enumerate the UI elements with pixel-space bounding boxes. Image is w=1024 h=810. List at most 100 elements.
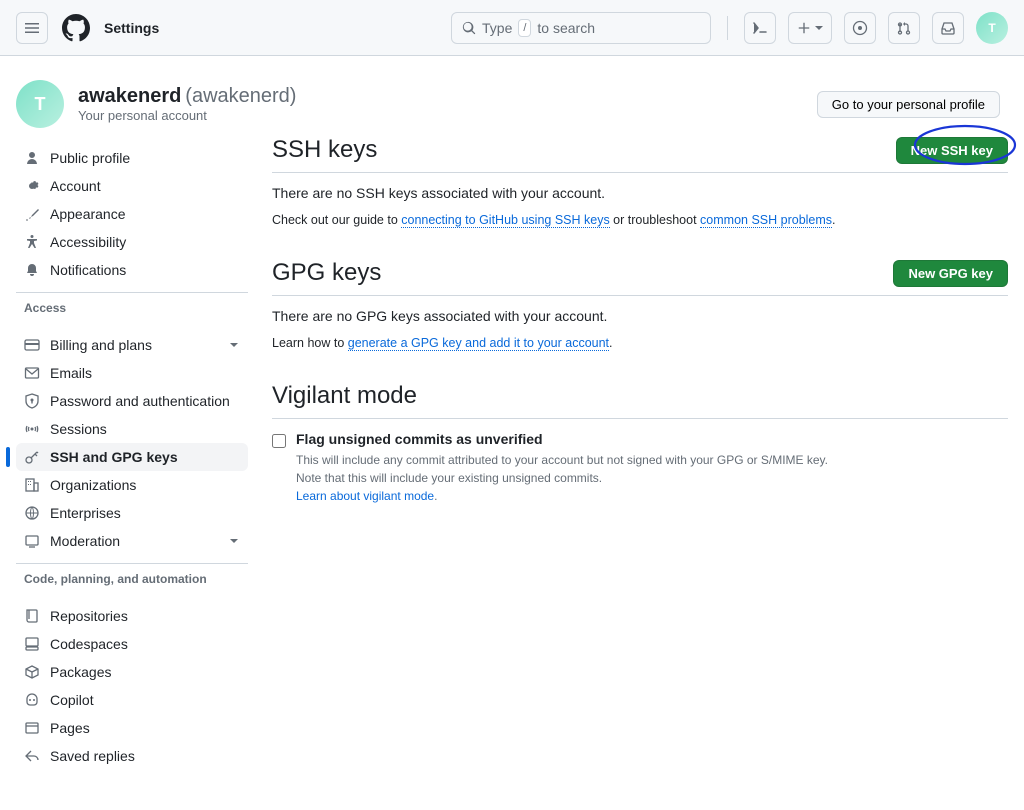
pull-requests-button[interactable] (888, 12, 920, 44)
chevron-down-icon (228, 339, 240, 351)
sidebar-item-notifications[interactable]: Notifications (16, 256, 248, 284)
ssh-guide-link[interactable]: connecting to GitHub using SSH keys (401, 213, 609, 228)
sidebar-item-copilot[interactable]: Copilot (16, 686, 248, 714)
page-title: Settings (104, 20, 159, 36)
github-logo-icon[interactable] (60, 12, 92, 44)
new-gpg-key-button[interactable]: New GPG key (893, 260, 1008, 287)
sidebar-label: Enterprises (50, 505, 121, 521)
sidebar-item-sessions[interactable]: Sessions (16, 415, 248, 443)
user-display-name: awakenerd (78, 85, 181, 107)
search-kbd-icon: / (518, 19, 531, 37)
text: . (609, 336, 612, 350)
ssh-section: SSH keys New SSH key There are no SSH ke… (272, 136, 1008, 227)
topbar: Settings Type / to search T (0, 0, 1024, 56)
sidebar-item-saved-replies[interactable]: Saved replies (16, 742, 248, 770)
search-placeholder-prefix: Type (482, 20, 512, 36)
sidebar-item-pages[interactable]: Pages (16, 714, 248, 742)
sidebar-label: Billing and plans (50, 337, 152, 353)
broadcast-icon (24, 421, 40, 437)
sidebar-item-password[interactable]: Password and authentication (16, 387, 248, 415)
inbox-icon (940, 20, 956, 36)
issue-icon (852, 20, 868, 36)
sidebar-item-codespaces[interactable]: Codespaces (16, 630, 248, 658)
user-subtitle: Your personal account (78, 108, 296, 123)
key-icon (24, 449, 40, 465)
notifications-button[interactable] (932, 12, 964, 44)
sidebar-item-moderation[interactable]: Moderation (16, 527, 248, 555)
sidebar-item-emails[interactable]: Emails (16, 359, 248, 387)
globe-icon (24, 505, 40, 521)
credit-card-icon (24, 337, 40, 353)
sidebar-label: Emails (50, 365, 92, 381)
copilot-icon (24, 692, 40, 708)
gpg-section: GPG keys New GPG key There are no GPG ke… (272, 259, 1008, 350)
sidebar-item-packages[interactable]: Packages (16, 658, 248, 686)
sidebar-item-enterprises[interactable]: Enterprises (16, 499, 248, 527)
sidebar-item-account[interactable]: Account (16, 172, 248, 200)
text: . (832, 213, 835, 227)
ssh-title: SSH keys (272, 136, 377, 164)
browser-icon (24, 720, 40, 736)
person-icon (24, 150, 40, 166)
go-to-profile-button[interactable]: Go to your personal profile (817, 91, 1000, 118)
user-login: (awakenerd) (185, 85, 296, 107)
repo-icon (24, 608, 40, 624)
sidebar-label: Copilot (50, 692, 94, 708)
sidebar-item-public-profile[interactable]: Public profile (16, 144, 248, 172)
report-icon (24, 533, 40, 549)
avatar-initials: T (988, 21, 995, 35)
search-placeholder-suffix: to search (537, 20, 595, 36)
command-palette-button[interactable] (744, 12, 776, 44)
divider (727, 16, 728, 40)
reply-icon (24, 748, 40, 764)
terminal-icon (752, 20, 768, 36)
sidebar-item-ssh-gpg-keys[interactable]: SSH and GPG keys (16, 443, 248, 471)
sidebar-label: Notifications (50, 262, 126, 278)
sidebar-label: Public profile (50, 150, 130, 166)
issues-button[interactable] (844, 12, 876, 44)
gpg-hint: Learn how to generate a GPG key and add … (272, 336, 1008, 350)
text: Check out our guide to (272, 213, 401, 227)
sidebar-label: Repositories (50, 608, 128, 624)
avatar-initials: T (35, 94, 46, 115)
caret-down-icon (815, 24, 823, 32)
vigilant-learn-link[interactable]: Learn about vigilant mode (296, 489, 434, 503)
sidebar-label: Organizations (50, 477, 136, 493)
sidebar-label: SSH and GPG keys (50, 449, 178, 465)
text: Learn how to (272, 336, 348, 350)
flag-unsigned-checkbox[interactable] (272, 434, 286, 448)
sidebar-item-billing[interactable]: Billing and plans (16, 331, 248, 359)
hamburger-button[interactable] (16, 12, 48, 44)
chevron-down-icon (228, 535, 240, 547)
gear-icon (24, 178, 40, 194)
sidebar-label: Accessibility (50, 234, 126, 250)
vigilant-section: Vigilant mode Flag unsigned commits as u… (272, 382, 1008, 505)
sidebar-item-organizations[interactable]: Organizations (16, 471, 248, 499)
user-avatar-button[interactable]: T (976, 12, 1008, 44)
sidebar-label: Account (50, 178, 101, 194)
gpg-title: GPG keys (272, 259, 381, 287)
main-content: SSH keys New SSH key There are no SSH ke… (272, 136, 1008, 770)
text: or troubleshoot (610, 213, 700, 227)
package-icon (24, 664, 40, 680)
pull-request-icon (896, 20, 912, 36)
search-input[interactable]: Type / to search (451, 12, 711, 44)
ssh-troubleshoot-link[interactable]: common SSH problems (700, 213, 832, 228)
gpg-learn-link[interactable]: generate a GPG key and add it to your ac… (348, 336, 609, 351)
new-ssh-key-button[interactable]: New SSH key (896, 137, 1008, 164)
ssh-hint: Check out our guide to connecting to Git… (272, 213, 1008, 227)
sidebar-item-repositories[interactable]: Repositories (16, 602, 248, 630)
sidebar-label: Appearance (50, 206, 126, 222)
sidebar-item-accessibility[interactable]: Accessibility (16, 228, 248, 256)
sidebar-label: Moderation (50, 533, 120, 549)
create-new-button[interactable] (788, 12, 832, 44)
settings-sidebar: Public profile Account Appearance Access… (16, 136, 248, 770)
sidebar-heading-code: Code, planning, and automation (16, 563, 248, 594)
mail-icon (24, 365, 40, 381)
accessibility-icon (24, 234, 40, 250)
sidebar-item-appearance[interactable]: Appearance (16, 200, 248, 228)
sidebar-heading-access: Access (16, 292, 248, 323)
vigilant-title: Vigilant mode (272, 382, 417, 410)
sidebar-label: Sessions (50, 421, 107, 437)
gpg-empty-text: There are no GPG keys associated with yo… (272, 308, 1008, 324)
